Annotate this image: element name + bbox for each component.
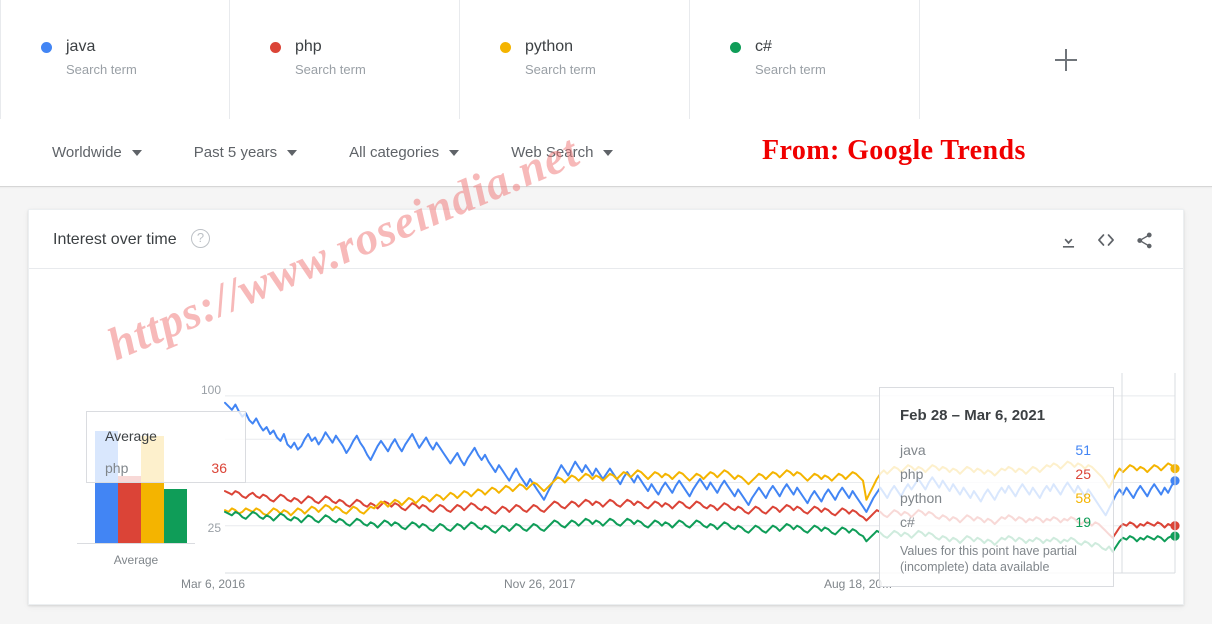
- search-term-card-php[interactable]: php Search term: [230, 0, 460, 119]
- tooltip-row: python 58: [900, 486, 1091, 510]
- search-term-label: c#: [755, 38, 772, 55]
- card-title: Interest over time: [53, 231, 177, 248]
- search-term-label: java: [66, 38, 96, 55]
- search-term-card-python[interactable]: python Search term: [460, 0, 690, 119]
- source-annotation: From: Google Trends: [762, 135, 1026, 166]
- add-comparison-button[interactable]: [920, 0, 1212, 119]
- search-term-type: Search term: [66, 62, 137, 77]
- card-header: Interest over time ?: [29, 210, 1183, 269]
- series-color-dot-java: [41, 41, 52, 53]
- filter-category-label: All categories: [349, 144, 440, 161]
- google-trends-page: java Search term php Search term python …: [0, 0, 1212, 624]
- average-tooltip: Average php 36: [86, 411, 246, 483]
- embed-code-icon[interactable]: [1087, 226, 1125, 254]
- average-caption: Average: [113, 553, 159, 567]
- filter-time-range[interactable]: Past 5 years: [193, 144, 298, 162]
- search-term-type: Search term: [525, 62, 596, 77]
- average-bar-csharp[interactable]: [164, 488, 187, 543]
- tooltip-date-range: Feb 28 – Mar 6, 2021: [900, 407, 1046, 424]
- filter-category[interactable]: All categories: [349, 144, 460, 162]
- interest-over-time-card: Interest over time ? 100 25 Mar 6, 2016 …: [28, 209, 1184, 605]
- filter-location-label: Worldwide: [52, 144, 122, 161]
- chart-area: 100 25 Mar 6, 2016 Nov 26, 2017 Aug 18, …: [29, 269, 1185, 605]
- series-color-dot-python: [500, 41, 511, 53]
- search-term-type: Search term: [295, 62, 366, 77]
- series-color-dot-csharp: [730, 41, 741, 53]
- x-axis-tick-1: Nov 26, 2017: [504, 577, 576, 591]
- share-icon[interactable]: [1125, 226, 1163, 254]
- tooltip-value: 58: [1075, 490, 1091, 506]
- search-term-label: python: [525, 38, 574, 55]
- x-axis-tick-0: Mar 6, 2016: [181, 577, 246, 591]
- tooltip-row: c# 19: [900, 510, 1091, 534]
- download-icon[interactable]: [1049, 226, 1087, 254]
- average-bar-php[interactable]: [118, 475, 141, 543]
- tooltip-row: java 51: [900, 438, 1091, 462]
- tooltip-term: python: [900, 490, 943, 506]
- filter-search-type-label: Web Search: [511, 144, 594, 161]
- tooltip-term: java: [900, 442, 926, 458]
- data-point-tooltip: Feb 28 – Mar 6, 2021 java 51 php 25 pyth…: [879, 387, 1114, 587]
- plus-icon: [1055, 48, 1077, 71]
- search-term-label: php: [295, 38, 322, 55]
- search-term-type: Search term: [755, 62, 826, 77]
- card-actions: [1049, 226, 1163, 254]
- filter-bar: Worldwide Past 5 years All categories We…: [0, 119, 1212, 189]
- tooltip-value: 51: [1075, 442, 1091, 458]
- chevron-down-icon: [287, 150, 298, 156]
- filter-time-range-label: Past 5 years: [193, 144, 278, 161]
- search-term-card-csharp[interactable]: c# Search term: [690, 0, 920, 119]
- tooltip-row: php 25: [900, 462, 1091, 486]
- average-axis-line: [77, 543, 195, 544]
- average-tooltip-value: 36: [211, 460, 227, 476]
- tooltip-term: php: [900, 466, 924, 482]
- tooltip-value: 25: [1075, 466, 1091, 482]
- chevron-down-icon: [131, 150, 142, 156]
- search-terms-row: java Search term php Search term python …: [0, 0, 1212, 119]
- search-term-card-java[interactable]: java Search term: [0, 0, 230, 119]
- average-tooltip-term: php: [105, 460, 129, 476]
- filter-search-type[interactable]: Web Search: [511, 144, 614, 162]
- series-color-dot-php: [270, 41, 281, 53]
- filter-location[interactable]: Worldwide: [52, 144, 142, 162]
- average-tooltip-title: Average: [105, 428, 157, 444]
- chevron-down-icon: [449, 150, 460, 156]
- tooltip-term: c#: [900, 514, 915, 530]
- chevron-down-icon: [603, 150, 614, 156]
- help-icon[interactable]: ?: [191, 229, 210, 248]
- tooltip-value: 19: [1075, 514, 1091, 530]
- tooltip-note: Values for this point have partial (inco…: [900, 544, 1077, 574]
